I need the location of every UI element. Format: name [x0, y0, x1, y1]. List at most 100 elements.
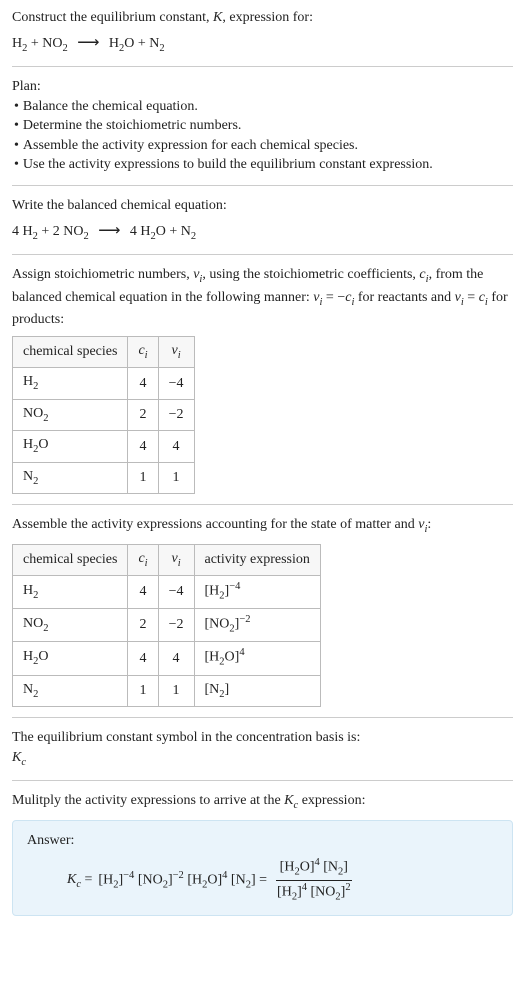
cell-nu: 1	[158, 675, 194, 706]
sp-h2: H2	[12, 36, 27, 51]
cell-c: 1	[128, 675, 158, 706]
col-species: chemical species	[13, 336, 128, 367]
cell-activity: [H2O]4	[194, 642, 320, 675]
basis-line1: The equilibrium constant symbol in the c…	[12, 728, 513, 748]
cell-nu: −4	[158, 576, 194, 609]
col-activity: activity expression	[194, 544, 320, 575]
cell-c: 4	[128, 368, 158, 399]
cell-nu: −4	[158, 368, 194, 399]
stoich-block: Assign stoichiometric numbers, νi, using…	[12, 265, 513, 494]
kc-flat: [H2]−4 [NO2]−2 [H2O]4 [N2] =	[98, 869, 267, 893]
bullet-icon: •	[14, 97, 19, 117]
plan-text: Determine the stoichiometric numbers.	[23, 116, 242, 136]
balanced-equation: 4 H2 + 2 NO2 ⟶ 4 H2O + N2	[12, 220, 513, 244]
kc-lhs: Kc =	[67, 870, 92, 892]
divider	[12, 254, 513, 255]
plan-item: •Assemble the activity expression for ea…	[12, 136, 513, 156]
cell-activity: [H2]−4	[194, 576, 320, 609]
answer-label: Answer:	[27, 831, 498, 851]
basis-symbol: Kc	[12, 748, 513, 770]
bullet-icon: •	[14, 155, 19, 175]
cell-nu: 4	[158, 642, 194, 675]
plan-title: Plan:	[12, 77, 513, 97]
cell-c: 4	[128, 576, 158, 609]
cell-species: H2	[13, 368, 128, 399]
intro-equation: H2 + NO2 ⟶ H2O + N2	[12, 32, 513, 56]
kc-numerator: [H2O]4 [N2]	[276, 856, 352, 881]
stoich-table: chemical species ci νi H24−4 NO22−2 H2O4…	[12, 336, 195, 494]
activity-text: Assemble the activity expressions accoun…	[12, 515, 513, 537]
arrow-icon: ⟶	[77, 34, 99, 51]
table-row: H24−4[H2]−4	[13, 576, 321, 609]
kc-fraction: [H2O]4 [N2] [H2]4 [NO2]2	[273, 856, 355, 905]
plan-text: Use the activity expressions to build th…	[23, 155, 433, 175]
table-header-row: chemical species ci νi activity expressi…	[13, 544, 321, 575]
cell-nu: 4	[158, 431, 194, 462]
cell-species: NO2	[13, 399, 128, 430]
sp-no2: NO2	[63, 224, 88, 239]
multiply-text: Mulitply the activity expressions to arr…	[12, 791, 513, 813]
divider	[12, 504, 513, 505]
sp-h2o: H2O	[140, 224, 166, 239]
intro-K: K	[213, 10, 222, 25]
arrow-icon: ⟶	[98, 222, 120, 239]
table-row: N211[N2]	[13, 675, 321, 706]
sp-h2: H2	[23, 224, 38, 239]
table-row: H24−4	[13, 368, 195, 399]
intro-text-pre: Construct the equilibrium constant,	[12, 10, 213, 25]
balanced-title: Write the balanced chemical equation:	[12, 196, 513, 216]
table-row: H2O44[H2O]4	[13, 642, 321, 675]
cell-c: 4	[128, 431, 158, 462]
divider	[12, 66, 513, 67]
cell-species: H2O	[13, 642, 128, 675]
cell-c: 4	[128, 642, 158, 675]
plan-item: •Balance the chemical equation.	[12, 97, 513, 117]
plan-text: Balance the chemical equation.	[23, 97, 198, 117]
sp-h2o: H2O	[109, 36, 135, 51]
cell-nu: 1	[158, 462, 194, 493]
cell-species: NO2	[13, 609, 128, 642]
col-nu: νi	[158, 336, 194, 367]
divider	[12, 185, 513, 186]
cell-species: N2	[13, 462, 128, 493]
answer-box: Answer: Kc = [H2]−4 [NO2]−2 [H2O]4 [N2] …	[12, 820, 513, 917]
plan-item: •Determine the stoichiometric numbers.	[12, 116, 513, 136]
cell-c: 2	[128, 609, 158, 642]
table-row: NO22−2	[13, 399, 195, 430]
cell-c: 1	[128, 462, 158, 493]
divider	[12, 717, 513, 718]
col-nu: νi	[158, 544, 194, 575]
cell-species: H2O	[13, 431, 128, 462]
multiply-block: Mulitply the activity expressions to arr…	[12, 791, 513, 916]
basis-block: The equilibrium constant symbol in the c…	[12, 728, 513, 770]
stoich-text: Assign stoichiometric numbers, νi, using…	[12, 265, 513, 330]
sp-no2: NO2	[42, 36, 67, 51]
table-row: NO22−2[NO2]−2	[13, 609, 321, 642]
cell-activity: [N2]	[194, 675, 320, 706]
cell-nu: −2	[158, 609, 194, 642]
cell-species: N2	[13, 675, 128, 706]
divider	[12, 780, 513, 781]
activity-block: Assemble the activity expressions accoun…	[12, 515, 513, 707]
kc-denominator: [H2]4 [NO2]2	[273, 881, 355, 905]
sp-n2: N2	[149, 36, 164, 51]
sp-n2: N2	[181, 224, 196, 239]
intro-text-post: , expression for:	[222, 10, 313, 25]
cell-activity: [NO2]−2	[194, 609, 320, 642]
activity-table: chemical species ci νi activity expressi…	[12, 544, 321, 707]
intro-line1: Construct the equilibrium constant, K, e…	[12, 8, 513, 28]
col-species: chemical species	[13, 544, 128, 575]
table-row: N211	[13, 462, 195, 493]
table-row: H2O44	[13, 431, 195, 462]
bullet-icon: •	[14, 116, 19, 136]
intro-block: Construct the equilibrium constant, K, e…	[12, 8, 513, 56]
plan-block: Plan: •Balance the chemical equation. •D…	[12, 77, 513, 175]
table-header-row: chemical species ci νi	[13, 336, 195, 367]
cell-nu: −2	[158, 399, 194, 430]
cell-species: H2	[13, 576, 128, 609]
bullet-icon: •	[14, 136, 19, 156]
col-c: ci	[128, 544, 158, 575]
col-c: ci	[128, 336, 158, 367]
plan-text: Assemble the activity expression for eac…	[23, 136, 358, 156]
cell-c: 2	[128, 399, 158, 430]
